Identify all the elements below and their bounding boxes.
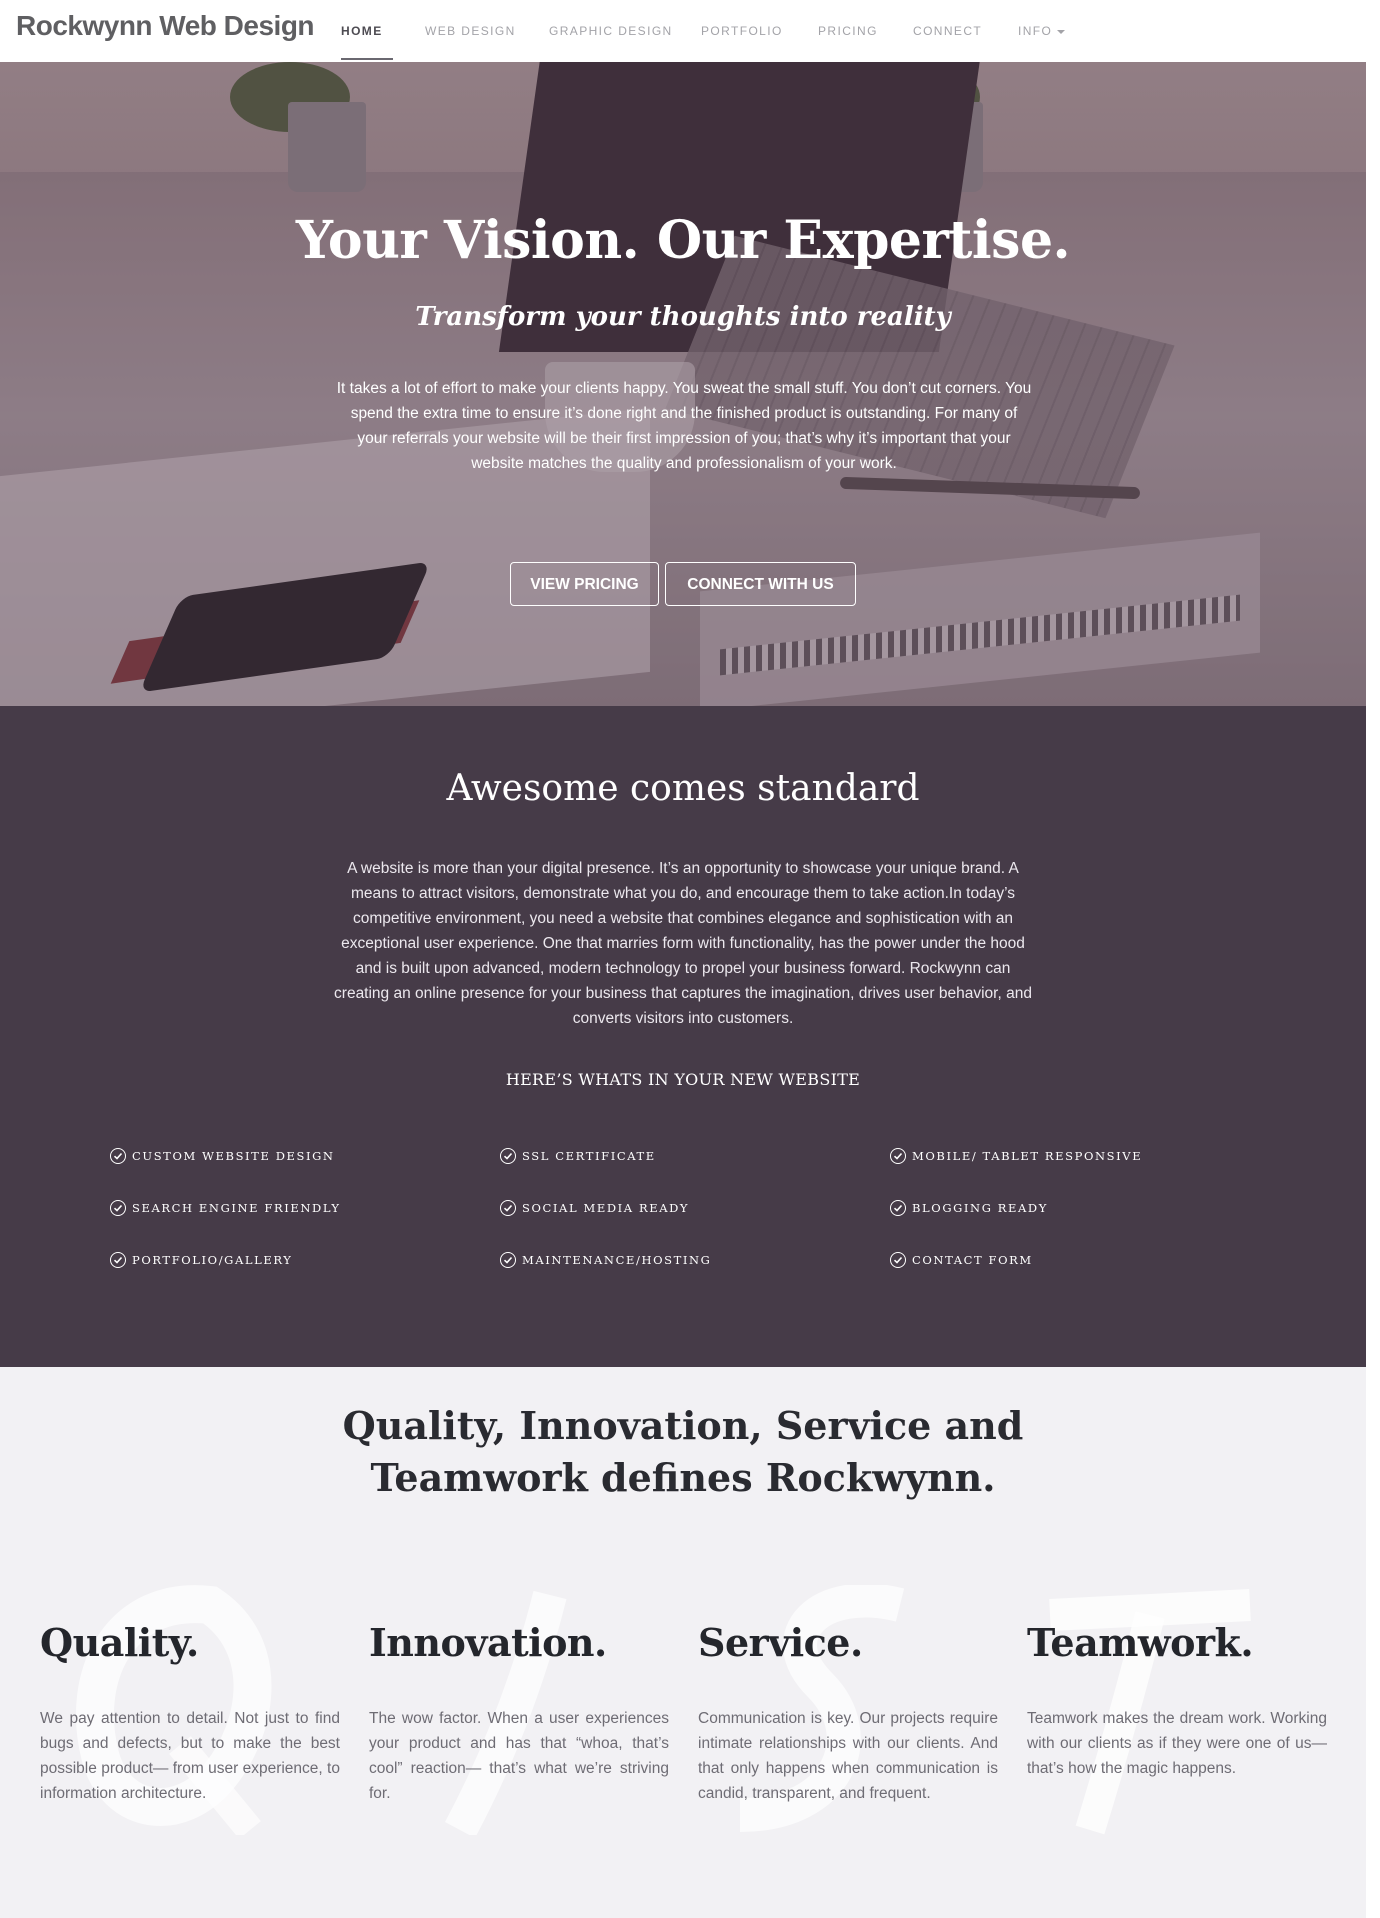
nav-home[interactable]: HOME	[341, 24, 383, 38]
teamwork-title: Teamwork.	[1027, 1620, 1254, 1665]
connect-with-us-button[interactable]: CONNECT WITH US	[665, 562, 856, 606]
feature-item: MOBILE/ TABLET RESPONSIVE	[890, 1146, 1142, 1166]
feature-label: SEARCH ENGINE FRIENDLY	[132, 1201, 341, 1215]
check-circle-icon	[500, 1200, 516, 1216]
feature-item: SSL CERTIFICATE	[500, 1146, 656, 1166]
nav-graphic-design[interactable]: GRAPHIC DESIGN	[549, 24, 673, 38]
view-pricing-button[interactable]: VIEW PRICING	[510, 562, 659, 606]
service-title: Service.	[698, 1620, 863, 1665]
values-title-line: Teamwork defines Rockwynn.	[370, 1455, 996, 1500]
feature-item: CUSTOM WEBSITE DESIGN	[110, 1146, 335, 1166]
features-subtitle: HERE’S WHATS IN YOUR NEW WEBSITE	[505, 1070, 861, 1089]
hero-body: It takes a lot of effort to make your cl…	[336, 380, 1032, 472]
nav-info-label: INFO	[1018, 24, 1053, 38]
check-circle-icon	[110, 1252, 126, 1268]
feature-label: CONTACT FORM	[912, 1253, 1033, 1267]
hero-title: Your Vision. Our Expertise.	[295, 210, 1071, 271]
features-title: Awesome comes standard	[446, 768, 920, 809]
hero-subtitle: Transform your thoughts into reality	[415, 302, 951, 332]
nav-pricing[interactable]: PRICING	[818, 24, 878, 38]
hero-section: Your Vision. Our Expertise. Transform yo…	[0, 62, 1366, 706]
feature-item: PORTFOLIO/GALLERY	[110, 1250, 292, 1270]
feature-label: SOCIAL MEDIA READY	[522, 1201, 690, 1215]
service-body: Communication is key. Our projects requi…	[698, 1710, 998, 1802]
quality-title: Quality.	[40, 1620, 199, 1665]
check-circle-icon	[890, 1148, 906, 1164]
page: Rockwynn Web Design HOME WEB DESIGN GRAP…	[0, 0, 1366, 1918]
page-scrollbar[interactable]	[1366, 0, 1380, 1918]
check-circle-icon	[500, 1148, 516, 1164]
nav-connect[interactable]: CONNECT	[913, 24, 982, 38]
innovation-body: The wow factor. When a user experiences …	[369, 1710, 669, 1802]
quality-body: We pay attention to detail. Not just to …	[40, 1710, 340, 1802]
feature-item: SOCIAL MEDIA READY	[500, 1198, 689, 1218]
check-circle-icon	[890, 1200, 906, 1216]
teamwork-body: Teamwork makes the dream work. Working w…	[1027, 1710, 1327, 1777]
check-circle-icon	[500, 1252, 516, 1268]
navbar: Rockwynn Web Design HOME WEB DESIGN GRAP…	[0, 0, 1366, 62]
features-body: A website is more than your digital pres…	[334, 860, 1032, 1027]
feature-label: PORTFOLIO/GALLERY	[132, 1253, 293, 1267]
values-title-line: Quality, Innovation, Service and	[342, 1403, 1024, 1448]
check-circle-icon	[110, 1148, 126, 1164]
feature-label: MAINTENANCE/HOSTING	[522, 1253, 712, 1267]
nav-info-dropdown[interactable]: INFO	[1018, 24, 1066, 38]
caret-down-icon	[1057, 29, 1066, 34]
feature-item: MAINTENANCE/HOSTING	[500, 1250, 711, 1270]
feature-item: SEARCH ENGINE FRIENDLY	[110, 1198, 341, 1218]
feature-label: MOBILE/ TABLET RESPONSIVE	[912, 1149, 1143, 1163]
feature-item: BLOGGING READY	[890, 1198, 1048, 1218]
feature-item: CONTACT FORM	[890, 1250, 1033, 1270]
nav-web-design[interactable]: WEB DESIGN	[425, 24, 516, 38]
brand-logo[interactable]: Rockwynn Web Design	[16, 10, 315, 42]
check-circle-icon	[110, 1200, 126, 1216]
feature-label: SSL CERTIFICATE	[522, 1149, 656, 1163]
nav-portfolio[interactable]: PORTFOLIO	[701, 24, 783, 38]
feature-label: CUSTOM WEBSITE DESIGN	[132, 1149, 335, 1163]
values-title: Quality, Innovation, Service and Teamwor…	[0, 1400, 1366, 1504]
check-circle-icon	[890, 1252, 906, 1268]
feature-label: BLOGGING READY	[912, 1201, 1048, 1215]
nav-active-indicator	[341, 58, 393, 60]
innovation-title: Innovation.	[369, 1620, 607, 1665]
features-section: Awesome comes standard A website is more…	[0, 706, 1366, 1367]
